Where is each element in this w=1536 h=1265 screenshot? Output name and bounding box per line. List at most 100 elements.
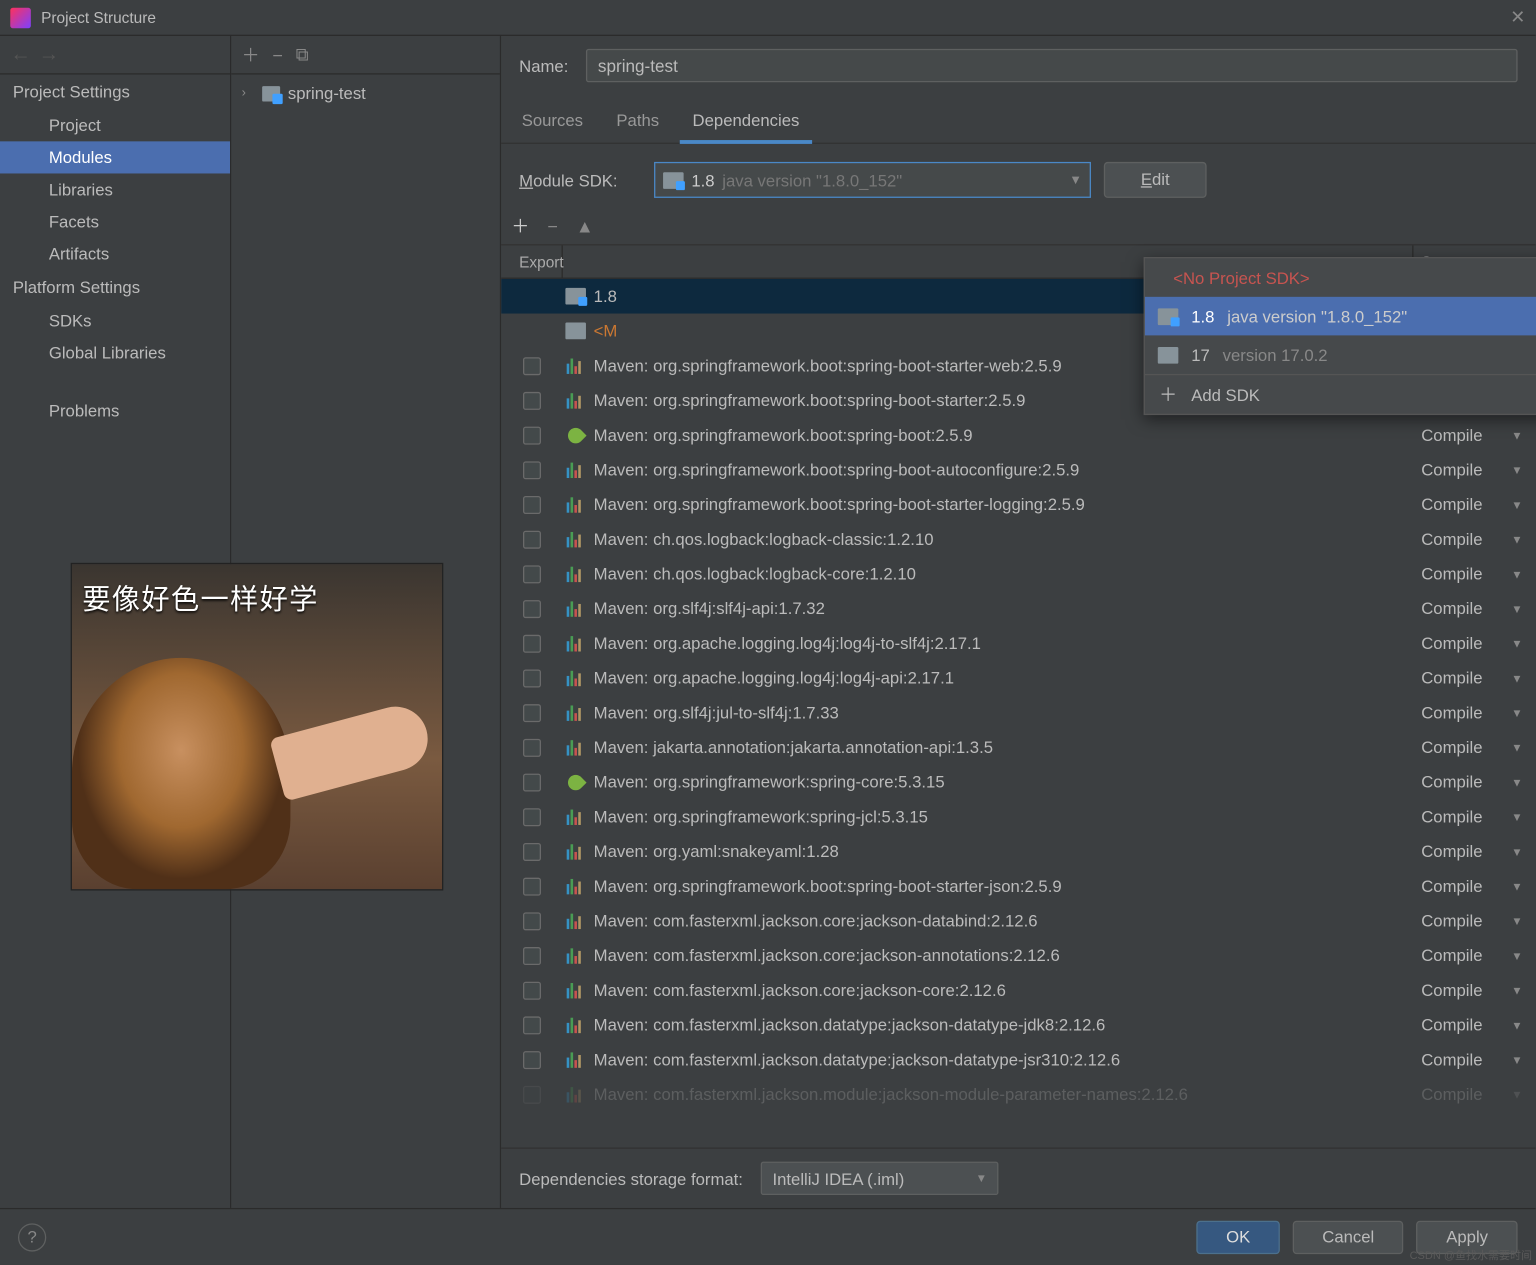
remove-module-icon[interactable]: −	[272, 44, 283, 65]
dep-row[interactable]: Maven: com.fasterxml.jackson.core:jackso…	[501, 903, 1535, 938]
scope-select[interactable]: Compile▼	[1414, 529, 1536, 548]
scope-select[interactable]: Compile▼	[1414, 703, 1536, 722]
export-checkbox[interactable]	[523, 426, 541, 444]
dep-row[interactable]: Maven: com.fasterxml.jackson.module:jack…	[501, 1077, 1535, 1112]
nav-modules[interactable]: Modules	[0, 141, 230, 173]
dep-row[interactable]: Maven: com.fasterxml.jackson.core:jackso…	[501, 973, 1535, 1008]
export-checkbox[interactable]	[523, 669, 541, 687]
scope-select[interactable]: Compile▼	[1414, 425, 1536, 444]
export-checkbox[interactable]	[523, 461, 541, 479]
scope-select[interactable]: Compile▼	[1414, 634, 1536, 653]
forward-icon[interactable]: →	[39, 43, 60, 66]
export-checkbox[interactable]	[523, 495, 541, 513]
dep-row[interactable]: Maven: jakarta.annotation:jakarta.annota…	[501, 730, 1535, 765]
dep-row[interactable]: Maven: org.apache.logging.log4j:log4j-ap…	[501, 660, 1535, 695]
scope-select[interactable]: Compile▼	[1414, 1085, 1536, 1104]
dep-row[interactable]: Maven: org.springframework.boot:spring-b…	[501, 418, 1535, 453]
export-checkbox[interactable]	[523, 704, 541, 722]
popup-sdk-17[interactable]: 17 version 17.0.2	[1145, 335, 1536, 374]
chevron-down-icon: ▼	[1511, 1018, 1522, 1031]
scope-select[interactable]: Compile▼	[1414, 946, 1536, 965]
export-checkbox[interactable]	[523, 981, 541, 999]
scope-select[interactable]: Compile▼	[1414, 495, 1536, 514]
dep-label: Maven: com.fasterxml.jackson.core:jackso…	[589, 980, 1414, 999]
dep-row[interactable]: Maven: org.springframework.boot:spring-b…	[501, 869, 1535, 904]
popup-add-sdk[interactable]: ＋ Add SDK ›	[1145, 375, 1536, 414]
nav-global-libraries[interactable]: Global Libraries	[0, 337, 230, 369]
dep-label: Maven: org.springframework.boot:spring-b…	[589, 425, 1414, 444]
edit-sdk-button[interactable]: Edit	[1104, 162, 1207, 198]
nav-libraries[interactable]: Libraries	[0, 173, 230, 205]
scope-select[interactable]: Compile▼	[1414, 668, 1536, 687]
export-checkbox[interactable]	[523, 634, 541, 652]
scope-select[interactable]: Compile▼	[1414, 460, 1536, 479]
export-checkbox[interactable]	[523, 599, 541, 617]
nav-project[interactable]: Project	[0, 109, 230, 141]
export-checkbox[interactable]	[523, 357, 541, 375]
close-icon[interactable]: ✕	[1510, 6, 1525, 28]
popup-sdk-1.8[interactable]: 1.8 java version "1.8.0_152"	[1145, 297, 1536, 336]
dep-row[interactable]: Maven: ch.qos.logback:logback-classic:1.…	[501, 522, 1535, 557]
scope-select[interactable]: Compile▼	[1414, 1015, 1536, 1034]
export-checkbox[interactable]	[523, 1050, 541, 1068]
dep-row[interactable]: Maven: org.apache.logging.log4j:log4j-to…	[501, 626, 1535, 661]
dep-row[interactable]: Maven: org.springframework.boot:spring-b…	[501, 487, 1535, 522]
scope-select[interactable]: Compile▼	[1414, 911, 1536, 930]
dep-label: Maven: com.fasterxml.jackson.core:jackso…	[589, 911, 1414, 930]
dep-row[interactable]: Maven: ch.qos.logback:logback-core:1.2.1…	[501, 556, 1535, 591]
export-checkbox[interactable]	[523, 808, 541, 826]
tab-dependencies[interactable]: Dependencies	[690, 103, 802, 143]
copy-module-icon[interactable]: ⧉	[296, 44, 309, 66]
export-checkbox[interactable]	[523, 946, 541, 964]
dep-row[interactable]: Maven: com.fasterxml.jackson.datatype:ja…	[501, 1042, 1535, 1077]
dep-row[interactable]: Maven: org.slf4j:jul-to-slf4j:1.7.33Comp…	[501, 695, 1535, 730]
export-checkbox[interactable]	[523, 842, 541, 860]
export-checkbox[interactable]	[523, 530, 541, 548]
export-checkbox[interactable]	[523, 773, 541, 791]
add-module-icon[interactable]: ＋	[242, 42, 260, 68]
move-up-icon[interactable]: ▲	[576, 216, 594, 237]
popup-no-sdk[interactable]: <No Project SDK>	[1145, 258, 1536, 297]
export-checkbox[interactable]	[523, 738, 541, 756]
help-button[interactable]: ?	[18, 1223, 46, 1251]
tree-node-module[interactable]: › spring-test	[231, 80, 500, 107]
storage-format-select[interactable]: IntelliJ IDEA (.iml) ▼	[761, 1162, 999, 1195]
nav-artifacts[interactable]: Artifacts	[0, 238, 230, 270]
scope-select[interactable]: Compile▼	[1414, 1050, 1536, 1069]
export-checkbox[interactable]	[523, 912, 541, 930]
nav-facets[interactable]: Facets	[0, 206, 230, 238]
tab-sources[interactable]: Sources	[519, 103, 585, 143]
dep-row[interactable]: Maven: com.fasterxml.jackson.datatype:ja…	[501, 1007, 1535, 1042]
scope-select[interactable]: Compile▼	[1414, 599, 1536, 618]
export-checkbox[interactable]	[523, 1085, 541, 1103]
ok-button[interactable]: OK	[1197, 1220, 1280, 1253]
export-checkbox[interactable]	[523, 391, 541, 409]
nav-sdks[interactable]: SDKs	[0, 305, 230, 337]
remove-dep-icon[interactable]: −	[547, 216, 558, 237]
scope-select[interactable]: Compile▼	[1414, 738, 1536, 757]
scope-select[interactable]: Compile▼	[1414, 980, 1536, 999]
dep-label: Maven: org.slf4j:jul-to-slf4j:1.7.33	[589, 703, 1414, 722]
dep-row[interactable]: Maven: org.slf4j:slf4j-api:1.7.32Compile…	[501, 591, 1535, 626]
dep-row[interactable]: Maven: com.fasterxml.jackson.core:jackso…	[501, 938, 1535, 973]
scope-select[interactable]: Compile▼	[1414, 772, 1536, 791]
dep-row[interactable]: Maven: org.springframework:spring-jcl:5.…	[501, 799, 1535, 834]
scope-select[interactable]: Compile▼	[1414, 876, 1536, 895]
nav-problems[interactable]: Problems	[0, 394, 230, 426]
module-name-input[interactable]	[586, 49, 1517, 82]
export-checkbox[interactable]	[523, 1016, 541, 1034]
dep-row[interactable]: Maven: org.springframework.boot:spring-b…	[501, 452, 1535, 487]
export-checkbox[interactable]	[523, 877, 541, 895]
cancel-button[interactable]: Cancel	[1293, 1220, 1404, 1253]
scope-select[interactable]: Compile▼	[1414, 564, 1536, 583]
sdk-dropdown-popup: <No Project SDK> 1.8 java version "1.8.0…	[1144, 257, 1536, 415]
export-checkbox[interactable]	[523, 565, 541, 583]
add-dep-icon[interactable]: ＋	[511, 213, 529, 239]
scope-select[interactable]: Compile▼	[1414, 842, 1536, 861]
back-icon[interactable]: ←	[10, 43, 31, 66]
dep-row[interactable]: Maven: org.yaml:snakeyaml:1.28Compile▼	[501, 834, 1535, 869]
module-sdk-select[interactable]: 1.8 java version "1.8.0_152" ▼	[654, 162, 1091, 198]
scope-select[interactable]: Compile▼	[1414, 807, 1536, 826]
tab-paths[interactable]: Paths	[614, 103, 662, 143]
dep-row[interactable]: Maven: org.springframework:spring-core:5…	[501, 765, 1535, 800]
